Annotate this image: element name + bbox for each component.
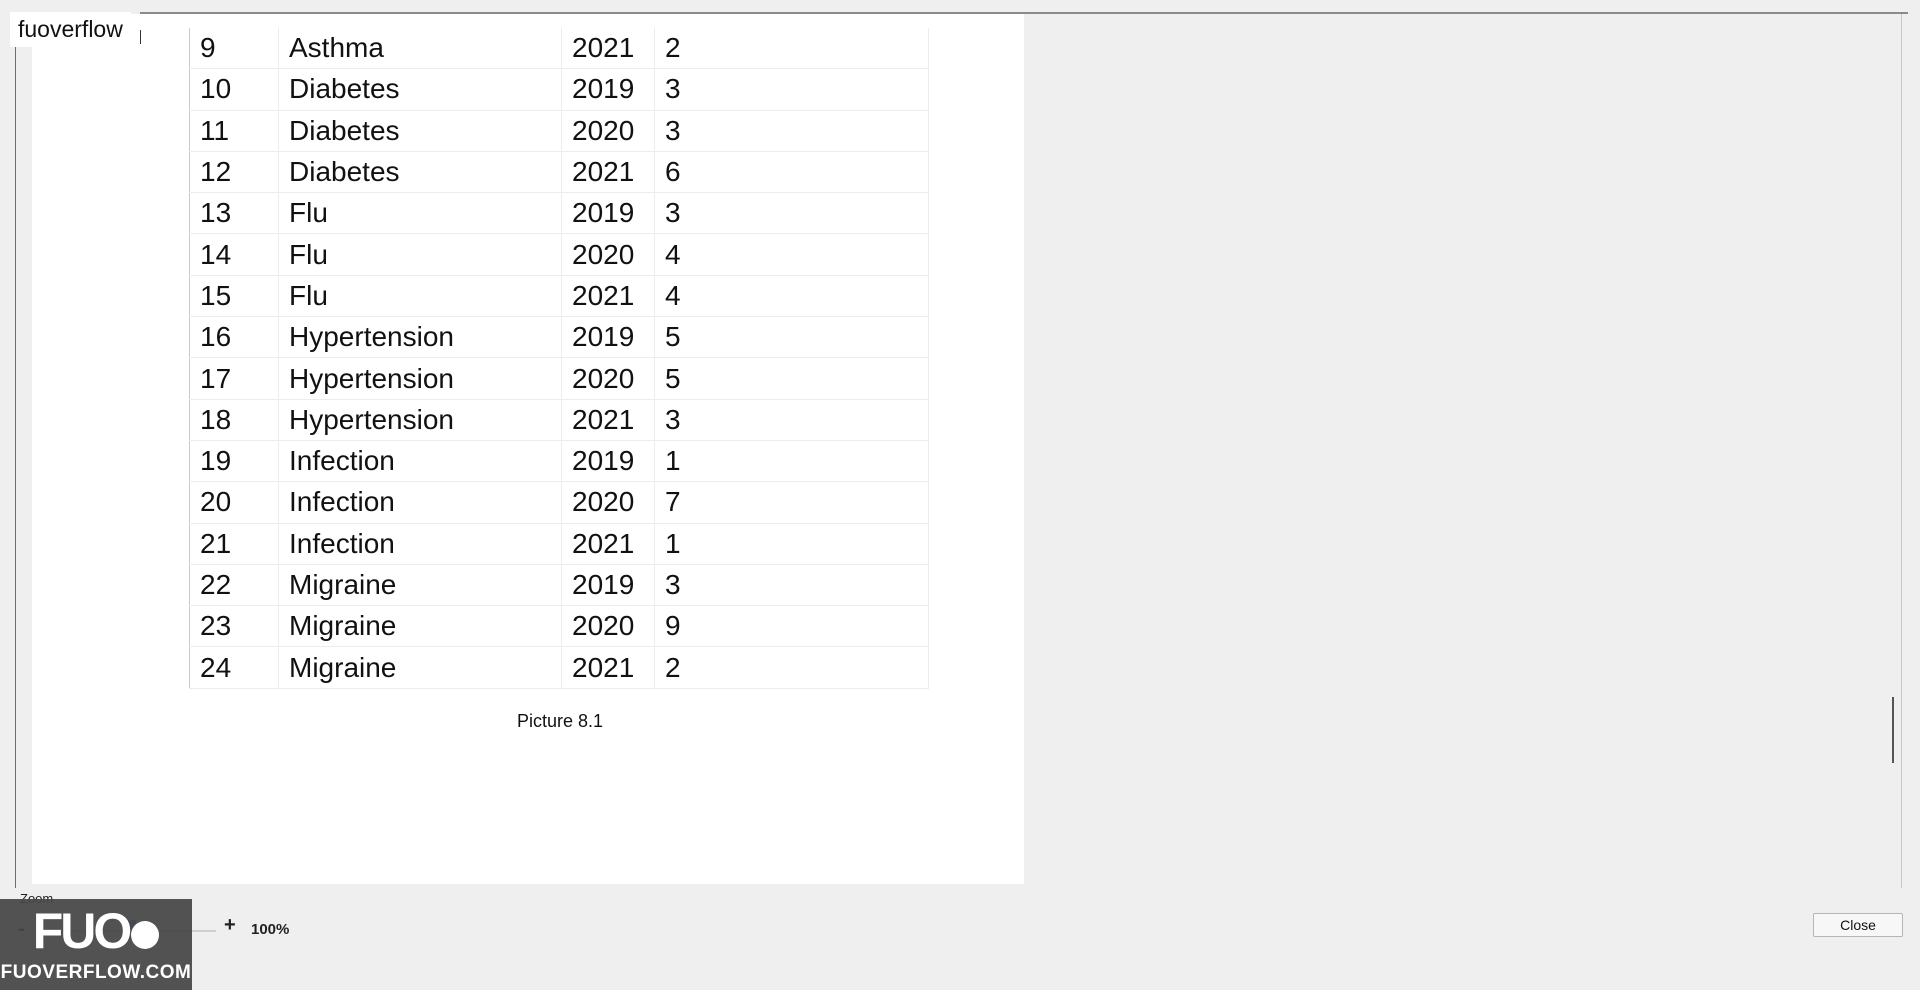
- cell-condition: Hypertension: [278, 399, 562, 441]
- watermark-logo: FUO FUOVERFLOW.COM: [0, 899, 192, 990]
- cell-condition: Migraine: [278, 605, 562, 648]
- cell-count: 4: [654, 233, 929, 276]
- cell-id: 12: [189, 151, 279, 194]
- cell-count: 1: [654, 440, 929, 483]
- cell-condition: Diabetes: [278, 151, 562, 194]
- table-row: 21 Infection 2021 1: [189, 523, 929, 565]
- table-row: 23 Migraine 2020 9: [189, 605, 929, 648]
- table-row: 9 Asthma 2021 2: [189, 28, 929, 70]
- cell-year: 2019: [561, 440, 655, 483]
- watermark-logo-text: FUO: [32, 903, 133, 959]
- cell-count: 5: [654, 357, 929, 400]
- cell-year: 2020: [561, 481, 655, 524]
- cell-count: 3: [654, 192, 929, 235]
- cell-condition: Infection: [278, 481, 562, 524]
- picture-caption: Picture 8.1: [516, 711, 604, 731]
- cell-id: 14: [189, 233, 279, 276]
- cell-condition: Infection: [278, 523, 562, 565]
- cell-condition: Diabetes: [278, 68, 562, 111]
- cell-count: 3: [654, 110, 929, 152]
- watermark-site-text: FUOVERFLOW.COM: [0, 962, 192, 983]
- table-row: 11 Diabetes 2020 3: [189, 110, 929, 152]
- cell-year: 2021: [561, 275, 655, 318]
- brand-label: fuoverflow: [10, 12, 131, 47]
- image-viewport: 9 Asthma 2021 2 10 Diabetes 2019 3 11 Diabetes 202…: [32, 14, 1024, 884]
- cell-count: 7: [654, 481, 929, 524]
- table-row: 12 Diabetes 2021 6: [189, 151, 929, 194]
- cell-id: 18: [189, 399, 279, 441]
- zoom-value: 100%: [251, 921, 290, 938]
- window-left-border: [15, 42, 16, 888]
- cell-id: 23: [189, 605, 279, 648]
- cell-count: 2: [654, 646, 929, 689]
- cell-id: 17: [189, 357, 279, 400]
- text-cursor: [140, 30, 141, 44]
- table-row: 22 Migraine 2019 3: [189, 564, 929, 607]
- table-row: 18 Hypertension 2021 3: [189, 399, 929, 441]
- cell-count: 3: [654, 564, 929, 607]
- data-table: 9 Asthma 2021 2 10 Diabetes 2019 3 11 Diabetes 202…: [189, 28, 929, 689]
- cell-condition: Migraine: [278, 646, 562, 689]
- table-row: 17 Hypertension 2020 5: [189, 357, 929, 400]
- cell-year: 2019: [561, 564, 655, 607]
- cell-count: 4: [654, 275, 929, 318]
- cell-year: 2020: [561, 605, 655, 648]
- cell-count: 2: [654, 28, 929, 70]
- table-row: 13 Flu 2019 3: [189, 192, 929, 235]
- cell-condition: Asthma: [278, 28, 562, 70]
- cell-year: 2021: [561, 646, 655, 689]
- cell-condition: Hypertension: [278, 316, 562, 359]
- cell-count: 5: [654, 316, 929, 359]
- cell-id: 13: [189, 192, 279, 235]
- cell-year: 2019: [561, 192, 655, 235]
- watermark-dot-icon: [131, 920, 160, 949]
- table-row: 24 Migraine 2021 2: [189, 646, 929, 689]
- cell-condition: Migraine: [278, 564, 562, 607]
- cell-year: 2019: [561, 68, 655, 111]
- cell-id: 20: [189, 481, 279, 524]
- watermark-logo-mark: FUO: [0, 905, 192, 957]
- cell-count: 1: [654, 523, 929, 565]
- cell-year: 2019: [561, 316, 655, 359]
- cell-count: 9: [654, 605, 929, 648]
- close-button[interactable]: Close: [1813, 913, 1903, 937]
- cell-id: 10: [189, 68, 279, 111]
- table-row: 16 Hypertension 2019 5: [189, 316, 929, 359]
- window-right-border: [1901, 14, 1902, 888]
- table-row: 19 Infection 2019 1: [189, 440, 929, 483]
- cell-year: 2020: [561, 233, 655, 276]
- cell-id: 11: [189, 110, 279, 152]
- table-row: 14 Flu 2020 4: [189, 233, 929, 276]
- cell-condition: Flu: [278, 233, 562, 276]
- cell-id: 21: [189, 523, 279, 565]
- cell-id: 24: [189, 646, 279, 689]
- cell-condition: Hypertension: [278, 357, 562, 400]
- cell-condition: Infection: [278, 440, 562, 483]
- cell-year: 2021: [561, 28, 655, 70]
- cell-year: 2021: [561, 399, 655, 441]
- table-body: 9 Asthma 2021 2 10 Diabetes 2019 3 11 Diabetes 202…: [189, 28, 929, 689]
- table-row: 15 Flu 2021 4: [189, 275, 929, 318]
- cell-id: 22: [189, 564, 279, 607]
- table-row: 20 Infection 2020 7: [189, 481, 929, 524]
- cell-year: 2020: [561, 357, 655, 400]
- cell-year: 2021: [561, 523, 655, 565]
- cell-id: 16: [189, 316, 279, 359]
- cell-condition: Diabetes: [278, 110, 562, 152]
- cell-id: 15: [189, 275, 279, 318]
- zoom-in-button[interactable]: +: [224, 914, 236, 937]
- cell-count: 3: [654, 399, 929, 441]
- cell-id: 19: [189, 440, 279, 483]
- cell-year: 2020: [561, 110, 655, 152]
- cell-condition: Flu: [278, 192, 562, 235]
- cell-count: 3: [654, 68, 929, 111]
- cell-condition: Flu: [278, 275, 562, 318]
- vertical-scrollbar-thumb[interactable]: [1892, 697, 1894, 763]
- cell-year: 2021: [561, 151, 655, 194]
- cell-id: 9: [189, 28, 279, 70]
- cell-count: 6: [654, 151, 929, 194]
- table-row: 10 Diabetes 2019 3: [189, 68, 929, 111]
